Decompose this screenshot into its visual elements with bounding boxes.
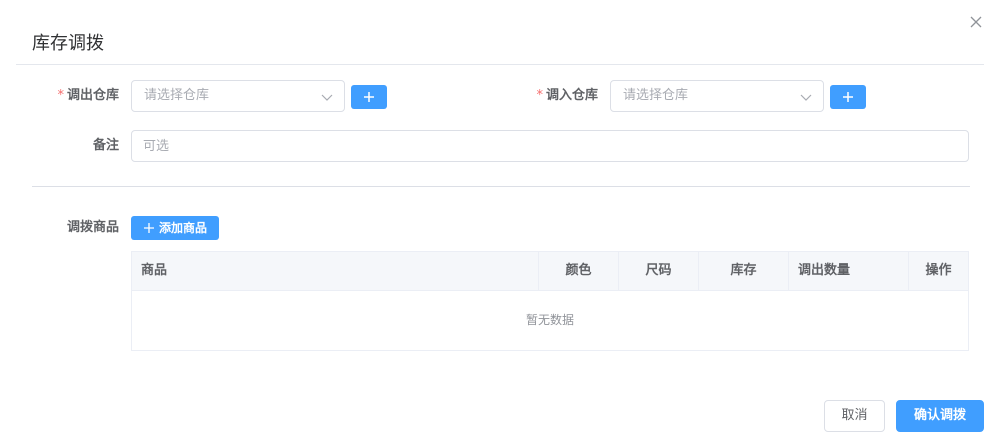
from-warehouse-placeholder: 请选择仓库: [144, 88, 210, 103]
plus-icon: [843, 92, 853, 102]
to-warehouse-select[interactable]: 请选择仓库: [610, 80, 824, 112]
plus-icon: [364, 92, 374, 102]
column-header: 库存: [699, 252, 789, 290]
remark-input[interactable]: [132, 131, 968, 161]
add-to-warehouse-button[interactable]: [830, 85, 866, 109]
column-header-label: 调出数量: [798, 263, 851, 278]
column-header: 操作: [909, 252, 968, 290]
column-header: 商品: [132, 252, 539, 290]
remark-field[interactable]: [131, 130, 969, 162]
from-warehouse-label-text: 调出仓库: [66, 88, 119, 103]
add-goods-button[interactable]: 添加商品: [131, 216, 219, 240]
column-header: 尺码: [619, 252, 699, 290]
column-header: 颜色: [539, 252, 619, 290]
column-header-label: 颜色: [565, 263, 592, 278]
remark-label: 备注: [92, 138, 119, 153]
column-header-label: 尺码: [645, 263, 672, 278]
column-header-label: 库存: [730, 263, 757, 278]
from-warehouse-label: * 调出仓库: [40, 80, 119, 112]
goods-label: 调拨商品: [66, 220, 119, 235]
to-warehouse-label: * 调入仓库: [519, 80, 598, 112]
goods-table: 商品 颜色 尺码 库存 调出数量 操作 暂无数据: [131, 251, 969, 351]
column-header: 调出数量: [789, 252, 909, 290]
add-from-warehouse-button[interactable]: [351, 85, 387, 109]
close-icon[interactable]: [967, 13, 985, 31]
add-goods-label: 添加商品: [159, 221, 208, 235]
from-warehouse-select[interactable]: 请选择仓库: [131, 80, 345, 112]
required-mark: *: [57, 88, 64, 103]
cancel-button[interactable]: 取消: [824, 400, 885, 432]
dialog-title: 库存调拨: [32, 33, 104, 54]
column-header-label: 商品: [141, 263, 168, 278]
to-warehouse-placeholder: 请选择仓库: [623, 88, 689, 103]
form-divider: [32, 186, 970, 187]
required-mark: *: [536, 88, 543, 103]
table-header: 商品 颜色 尺码 库存 调出数量 操作: [132, 252, 968, 291]
plus-icon: [144, 223, 154, 233]
to-warehouse-label-text: 调入仓库: [545, 88, 598, 103]
chevron-down-icon: [320, 90, 334, 104]
header-divider: [16, 64, 984, 65]
table-empty-text: 暂无数据: [525, 313, 574, 327]
confirm-transfer-button[interactable]: 确认调拨: [896, 400, 984, 432]
stock-transfer-dialog: 库存调拨 *调出仓库 请选择仓库 *调入仓库 请选择仓库 备注 调拨商品 添加商…: [0, 0, 1000, 448]
column-header-label: 操作: [925, 263, 952, 278]
chevron-down-icon: [799, 90, 813, 104]
